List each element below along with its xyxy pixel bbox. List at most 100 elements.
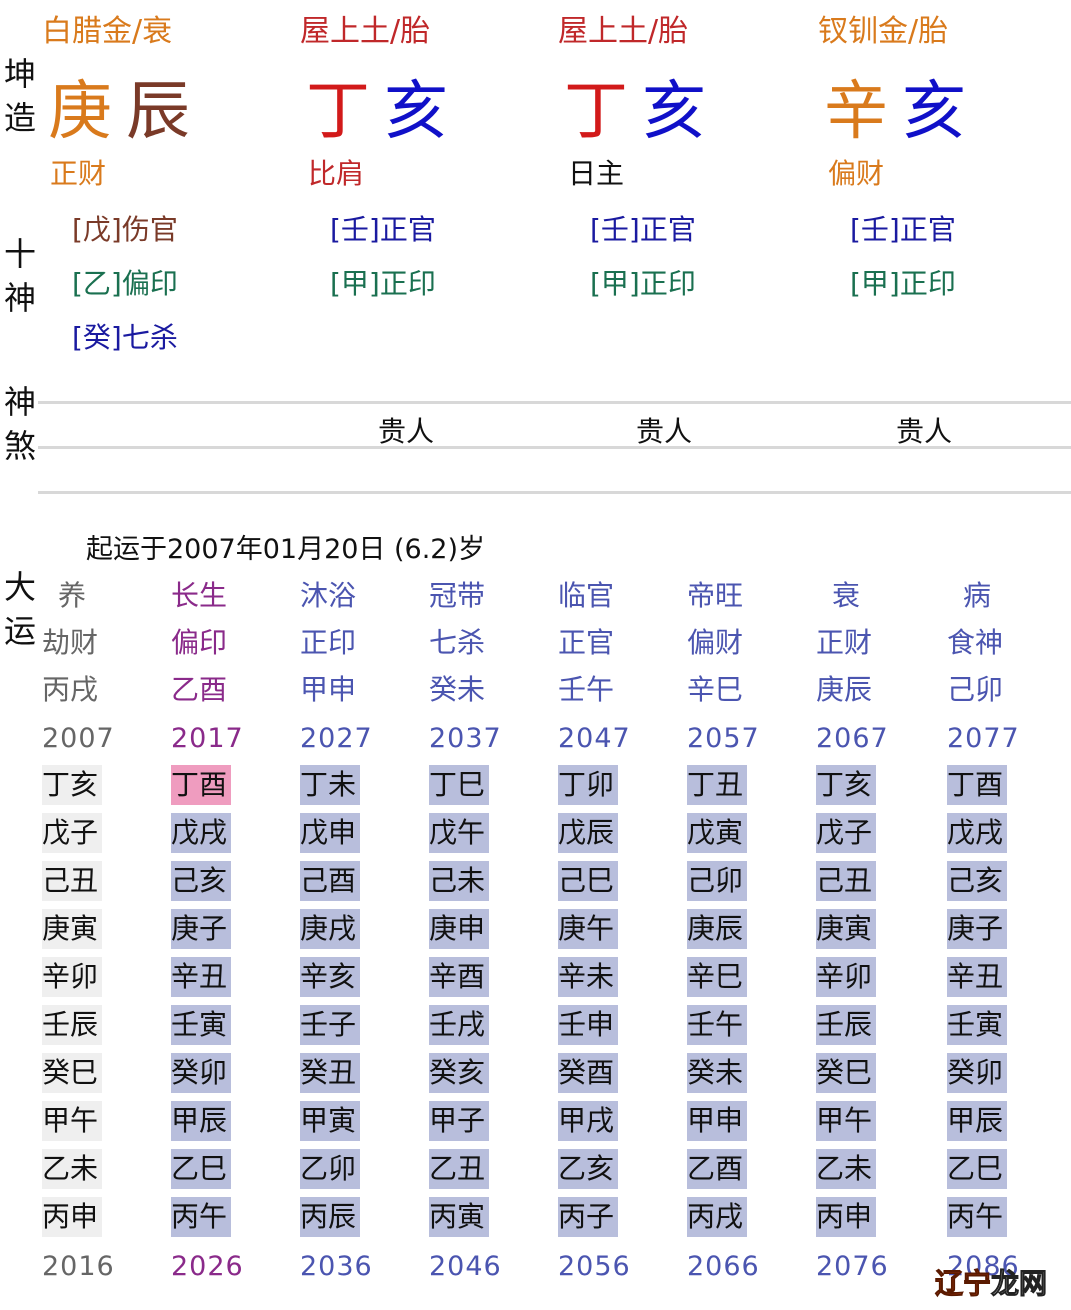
liunian-year[interactable]: 癸卯 [947,1053,1007,1093]
liunian-year[interactable]: 癸巳 [42,1053,102,1093]
liunian-year[interactable]: 己未 [429,861,489,901]
liunian-year[interactable]: 乙巳 [171,1149,231,1189]
liunian-year[interactable]: 辛酉 [429,957,489,997]
liunian-year[interactable]: 乙亥 [558,1149,618,1189]
dayun-ganzhi[interactable]: 甲申 [300,666,356,714]
chart-label-char: 坤 [3,55,36,93]
pillar-month-stem: 丁 [306,75,384,149]
liunian-year[interactable]: 丁酉 [947,765,1007,805]
liunian-year[interactable]: 乙未 [42,1149,102,1189]
liunian-year[interactable]: 戊辰 [558,813,618,853]
liunian-year[interactable]: 己丑 [816,861,876,901]
liunian-year[interactable]: 丙辰 [300,1197,360,1237]
liunian-year[interactable]: 甲戌 [558,1101,618,1141]
liunian-year[interactable]: 庚寅 [42,909,102,949]
liunian-year[interactable]: 戊寅 [687,813,747,853]
liunian-year[interactable]: 己丑 [42,861,102,901]
liunian-year[interactable]: 壬午 [687,1005,747,1045]
liunian-year[interactable]: 戊子 [42,813,102,853]
liunian-year[interactable]: 癸巳 [816,1053,876,1093]
liunian-year[interactable]: 丁未 [300,765,360,805]
liunian-year[interactable]: 壬子 [300,1005,360,1045]
liunian-year[interactable]: 庚寅 [816,909,876,949]
liunian-year[interactable]: 壬申 [558,1005,618,1045]
liunian-year[interactable]: 壬寅 [171,1005,231,1045]
pillar-month-nayin: 屋上土/胎 [300,14,431,49]
liunian-year[interactable]: 戊戌 [947,813,1007,853]
dayun-ganzhi[interactable]: 乙酉 [171,666,227,714]
liunian-year[interactable]: 丙申 [42,1197,102,1237]
liunian-year[interactable]: 壬寅 [947,1005,1007,1045]
dayun-ganzhi[interactable]: 癸未 [429,666,485,714]
liunian-year[interactable]: 壬辰 [42,1005,102,1045]
liunian-year[interactable]: 癸未 [687,1053,747,1093]
dayun-ganzhi[interactable]: 庚辰 [816,666,872,714]
liunian-year[interactable]: 戊戌 [171,813,231,853]
liunian-year[interactable]: 丙戌 [687,1197,747,1237]
liunian-year[interactable]: 己亥 [171,861,231,901]
chart-label-char: 造 [3,99,36,137]
liunian-year[interactable]: 辛未 [558,957,618,997]
liunian-year[interactable]: 戊午 [429,813,489,853]
liunian-year[interactable]: 丙申 [816,1197,876,1237]
liunian-year[interactable]: 己亥 [947,861,1007,901]
pillar-hour-stem: 辛 [824,75,902,149]
pillar-hour-ganzhi: 辛亥 [824,60,980,152]
liunian-year[interactable]: 辛丑 [171,957,231,997]
liunian-year[interactable]: 癸丑 [300,1053,360,1093]
liunian-year[interactable]: 庚戌 [300,909,360,949]
liunian-year[interactable]: 辛卯 [816,957,876,997]
liunian-year[interactable]: 庚申 [429,909,489,949]
liunian-year[interactable]: 丁亥 [42,765,102,805]
liunian-year[interactable]: 庚子 [171,909,231,949]
liunian-year[interactable]: 甲辰 [171,1101,231,1141]
liunian-year[interactable]: 丙午 [947,1197,1007,1237]
liunian-year[interactable]: 辛卯 [42,957,102,997]
liunian-year[interactable]: 庚午 [558,909,618,949]
liunian-year[interactable]: 癸酉 [558,1053,618,1093]
liunian-year[interactable]: 甲午 [42,1101,102,1141]
pillar-day-nayin: 屋上土/胎 [558,14,689,49]
liunian-year[interactable]: 甲午 [816,1101,876,1141]
shishen-label: 十 神 [0,232,40,320]
liunian-year[interactable]: 戊子 [816,813,876,853]
dayun-ganzhi[interactable]: 辛巳 [687,666,743,714]
liunian-year[interactable]: 己巳 [558,861,618,901]
liunian-year[interactable]: 丁丑 [687,765,747,805]
liunian-year[interactable]: 己卯 [687,861,747,901]
liunian-year[interactable]: 乙巳 [947,1149,1007,1189]
liunian-current-year[interactable]: 丁酉 [171,765,231,805]
dayun-ganzhi[interactable]: 己卯 [947,666,1003,714]
liunian-year[interactable]: 辛亥 [300,957,360,997]
liunian-year[interactable]: 癸亥 [429,1053,489,1093]
liunian-year[interactable]: 辛巳 [687,957,747,997]
liunian-year[interactable]: 丁巳 [429,765,489,805]
dayun-ganzhi[interactable]: 丙戌 [42,666,98,714]
liunian-year[interactable]: 甲申 [687,1101,747,1141]
liunian-year[interactable]: 丙午 [171,1197,231,1237]
liunian-year[interactable]: 甲寅 [300,1101,360,1141]
liunian-year[interactable]: 乙酉 [687,1149,747,1189]
liunian-year[interactable]: 庚子 [947,909,1007,949]
liunian-year[interactable]: 乙未 [816,1149,876,1189]
liunian-year[interactable]: 辛丑 [947,957,1007,997]
liunian-year[interactable]: 戊申 [300,813,360,853]
liunian-year[interactable]: 丁亥 [816,765,876,805]
liunian-year[interactable]: 甲子 [429,1101,489,1141]
pillar-day-branch: 亥 [642,75,720,149]
liunian-year[interactable]: 丁卯 [558,765,618,805]
liunian-year[interactable]: 壬戌 [429,1005,489,1045]
liunian-year[interactable]: 癸卯 [171,1053,231,1093]
liunian-year[interactable]: 乙卯 [300,1149,360,1189]
dayun-ganzhi[interactable]: 壬午 [558,666,614,714]
liunian-year[interactable]: 丙子 [558,1197,618,1237]
liunian-year[interactable]: 乙丑 [429,1149,489,1189]
liunian-year[interactable]: 丙寅 [429,1197,489,1237]
divider [38,491,1071,494]
shensha-hour: 贵人 [896,415,953,448]
liunian-year[interactable]: 庚辰 [687,909,747,949]
watermark-logo: 辽宁龙网 [934,1262,1047,1302]
liunian-year[interactable]: 己酉 [300,861,360,901]
liunian-year[interactable]: 壬辰 [816,1005,876,1045]
liunian-year[interactable]: 甲辰 [947,1101,1007,1141]
